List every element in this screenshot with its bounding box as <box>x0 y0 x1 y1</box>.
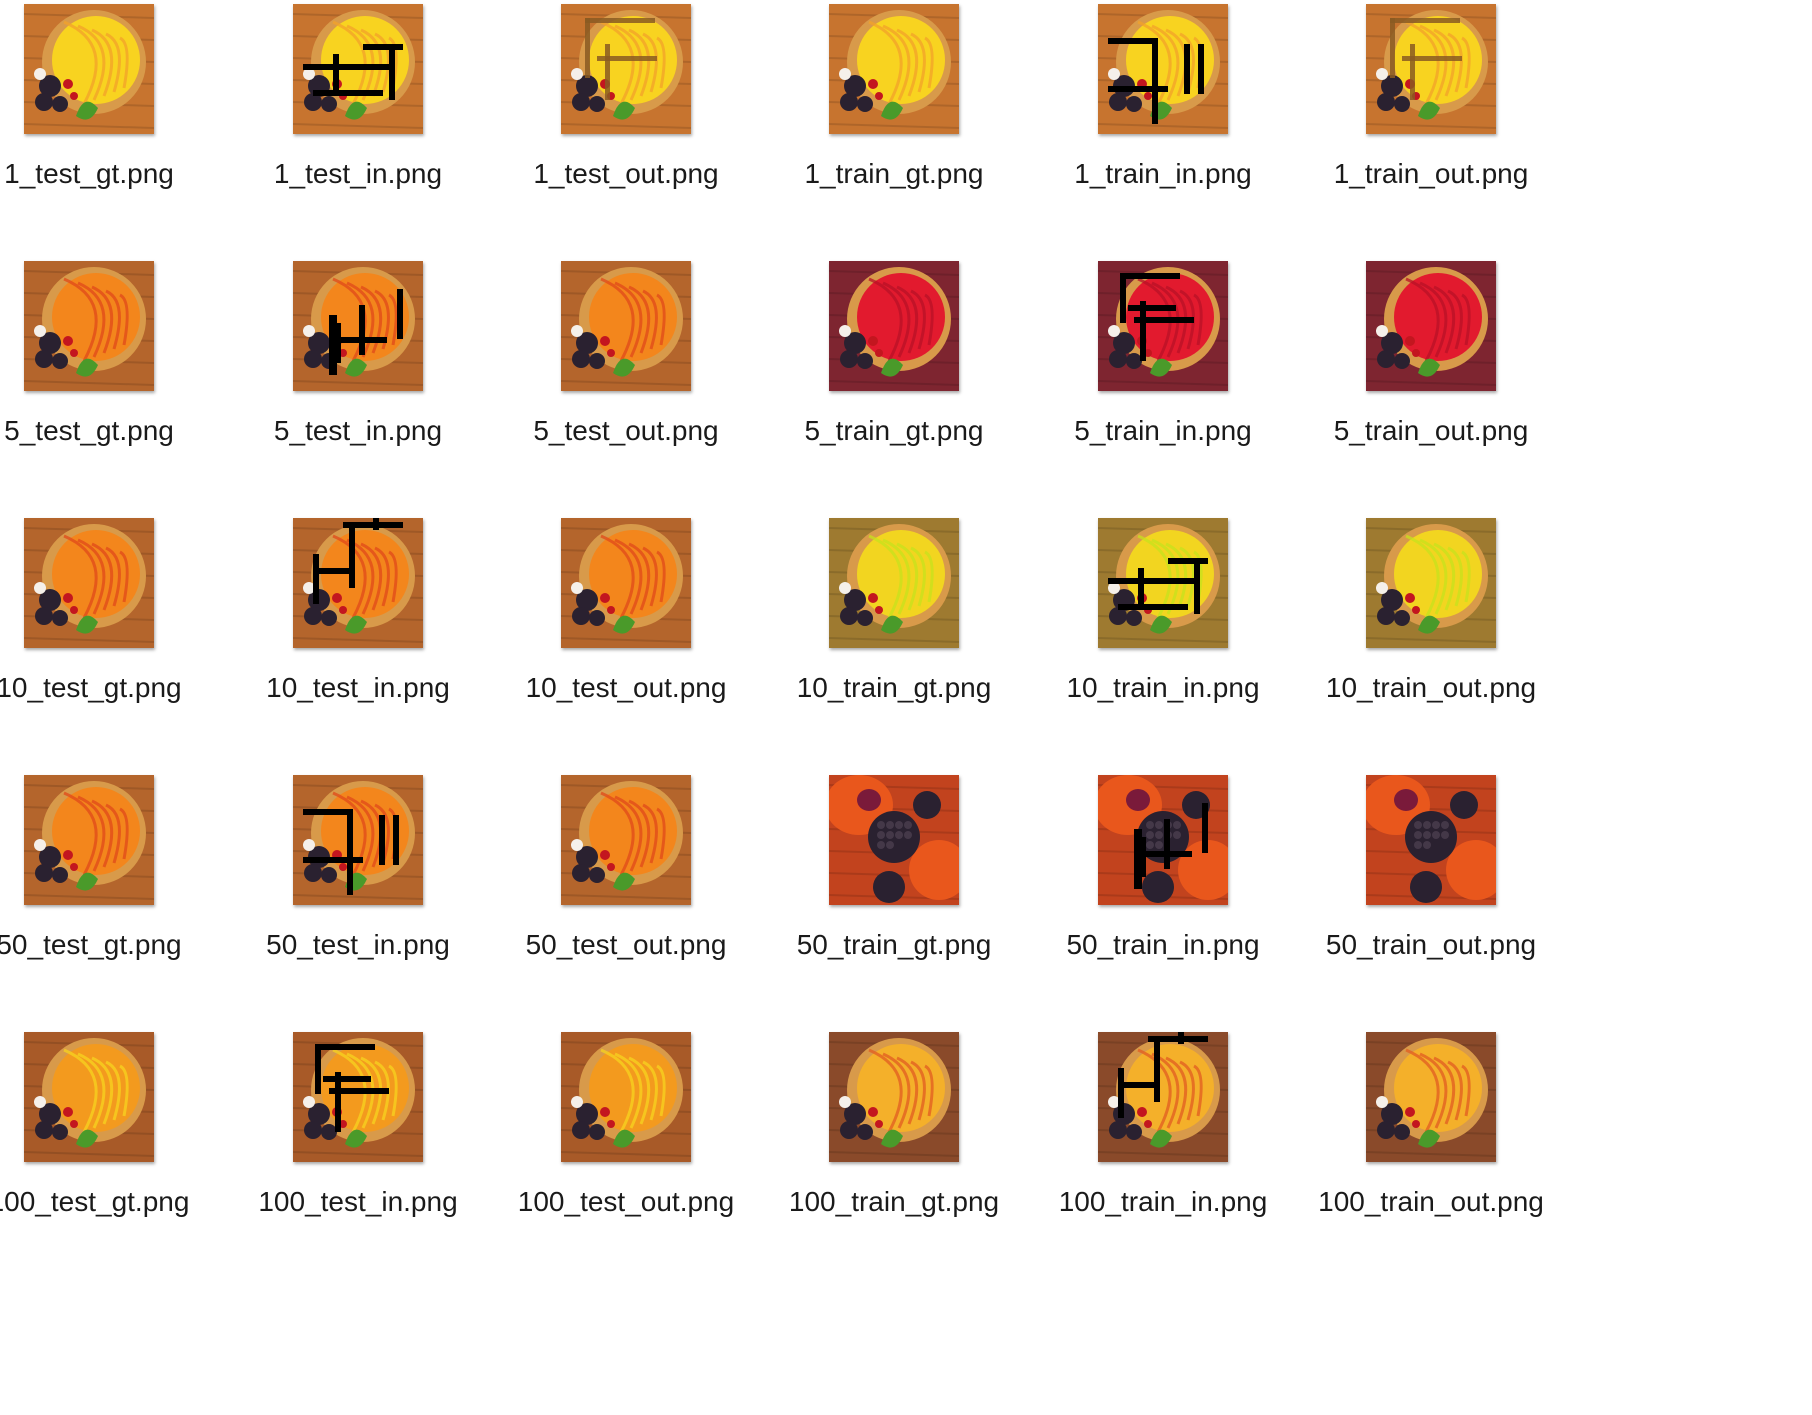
file-item[interactable]: 50_train_in.png <box>1018 771 1308 1041</box>
image-thumbnail[interactable] <box>1366 1032 1496 1162</box>
image-thumbnail[interactable] <box>24 4 154 134</box>
file-item[interactable]: 1_test_out.png <box>481 0 771 270</box>
file-item[interactable]: 5_test_out.png <box>481 257 771 527</box>
image-thumbnail[interactable] <box>561 4 691 134</box>
file-item[interactable]: 5_test_gt.png <box>0 257 234 527</box>
file-item[interactable]: 100_train_in.png <box>1018 1028 1308 1298</box>
file-name-label: 5_train_gt.png <box>804 415 984 446</box>
image-thumbnail[interactable] <box>1098 775 1228 905</box>
file-name-label: 100_test_out.png <box>517 1186 735 1217</box>
file-item[interactable]: 1_test_in.png <box>213 0 503 270</box>
file-name-label: 50_test_in.png <box>266 929 450 960</box>
image-thumbnail[interactable] <box>561 775 691 905</box>
file-name-label: 1_train_out.png <box>1333 158 1529 189</box>
file-name-label: 5_train_in.png <box>1074 415 1252 446</box>
file-item[interactable]: 50_test_in.png <box>213 771 503 1041</box>
file-name-label: 1_train_in.png <box>1074 158 1252 189</box>
file-item[interactable]: 10_test_gt.png <box>0 514 234 784</box>
file-name-label: 1_train_gt.png <box>804 158 984 189</box>
file-name-label: 1_test_gt.png <box>4 158 174 189</box>
image-thumbnail[interactable] <box>829 261 959 391</box>
image-thumbnail[interactable] <box>293 4 423 134</box>
image-thumbnail[interactable] <box>24 518 154 648</box>
file-name-label: 50_test_gt.png <box>0 929 182 960</box>
image-thumbnail[interactable] <box>1366 518 1496 648</box>
file-item[interactable]: 50_test_gt.png <box>0 771 234 1041</box>
file-name-label: 50_test_out.png <box>525 929 727 960</box>
file-item[interactable]: 1_train_out.png <box>1286 0 1576 270</box>
image-thumbnail[interactable] <box>293 261 423 391</box>
file-item[interactable]: 10_test_out.png <box>481 514 771 784</box>
file-name-label: 10_train_in.png <box>1066 672 1260 703</box>
image-thumbnail[interactable] <box>829 1032 959 1162</box>
file-name-label: 100_train_in.png <box>1058 1186 1268 1217</box>
file-thumbnail-grid: 1_test_gt.png 1_test_in.png 1_test_out.png… <box>0 0 1812 1415</box>
image-thumbnail[interactable] <box>24 1032 154 1162</box>
file-name-label: 5_test_out.png <box>533 415 719 446</box>
image-thumbnail[interactable] <box>24 775 154 905</box>
file-item[interactable]: 100_test_out.png <box>481 1028 771 1298</box>
image-thumbnail[interactable] <box>1098 261 1228 391</box>
file-item[interactable]: 50_train_gt.png <box>749 771 1039 1041</box>
file-name-label: 1_test_in.png <box>273 158 443 189</box>
file-item[interactable]: 5_train_out.png <box>1286 257 1576 527</box>
file-name-label: 50_train_out.png <box>1325 929 1537 960</box>
file-item[interactable]: 10_train_gt.png <box>749 514 1039 784</box>
image-thumbnail[interactable] <box>829 518 959 648</box>
image-thumbnail[interactable] <box>293 775 423 905</box>
file-name-label: 5_train_out.png <box>1333 415 1529 446</box>
file-item[interactable]: 100_train_out.png <box>1286 1028 1576 1298</box>
file-name-label: 10_test_in.png <box>266 672 450 703</box>
file-name-label: 10_train_out.png <box>1325 672 1537 703</box>
image-thumbnail[interactable] <box>1098 518 1228 648</box>
image-thumbnail[interactable] <box>24 261 154 391</box>
file-name-label: 5_test_in.png <box>273 415 443 446</box>
file-item[interactable]: 5_test_in.png <box>213 257 503 527</box>
file-name-label: 50_train_in.png <box>1066 929 1260 960</box>
file-item[interactable]: 5_train_in.png <box>1018 257 1308 527</box>
image-thumbnail[interactable] <box>293 1032 423 1162</box>
file-item[interactable]: 100_train_gt.png <box>749 1028 1039 1298</box>
image-thumbnail[interactable] <box>1098 1032 1228 1162</box>
image-thumbnail[interactable] <box>1098 4 1228 134</box>
image-thumbnail[interactable] <box>829 775 959 905</box>
file-name-label: 10_test_out.png <box>525 672 727 703</box>
file-item[interactable]: 100_test_gt.png <box>0 1028 234 1298</box>
image-thumbnail[interactable] <box>561 261 691 391</box>
image-thumbnail[interactable] <box>561 518 691 648</box>
file-item[interactable]: 5_train_gt.png <box>749 257 1039 527</box>
file-name-label: 100_test_in.png <box>258 1186 458 1217</box>
file-item[interactable]: 1_train_in.png <box>1018 0 1308 270</box>
file-item[interactable]: 1_train_gt.png <box>749 0 1039 270</box>
image-thumbnail[interactable] <box>561 1032 691 1162</box>
file-name-label: 1_test_out.png <box>533 158 719 189</box>
file-name-label: 100_train_out.png <box>1318 1186 1544 1217</box>
file-name-label: 50_train_gt.png <box>796 929 992 960</box>
image-thumbnail[interactable] <box>1366 261 1496 391</box>
file-item[interactable]: 10_train_in.png <box>1018 514 1308 784</box>
image-thumbnail[interactable] <box>829 4 959 134</box>
file-name-label: 10_train_gt.png <box>796 672 992 703</box>
image-thumbnail[interactable] <box>1366 4 1496 134</box>
file-name-label: 10_test_gt.png <box>0 672 182 703</box>
file-item[interactable]: 50_test_out.png <box>481 771 771 1041</box>
file-item[interactable]: 10_train_out.png <box>1286 514 1576 784</box>
file-item[interactable]: 50_train_out.png <box>1286 771 1576 1041</box>
image-thumbnail[interactable] <box>293 518 423 648</box>
file-item[interactable]: 10_test_in.png <box>213 514 503 784</box>
file-name-label: 5_test_gt.png <box>4 415 174 446</box>
file-name-label: 100_train_gt.png <box>788 1186 1000 1217</box>
file-item[interactable]: 100_test_in.png <box>213 1028 503 1298</box>
file-item[interactable]: 1_test_gt.png <box>0 0 234 270</box>
image-thumbnail[interactable] <box>1366 775 1496 905</box>
file-name-label: 100_test_gt.png <box>0 1186 190 1217</box>
